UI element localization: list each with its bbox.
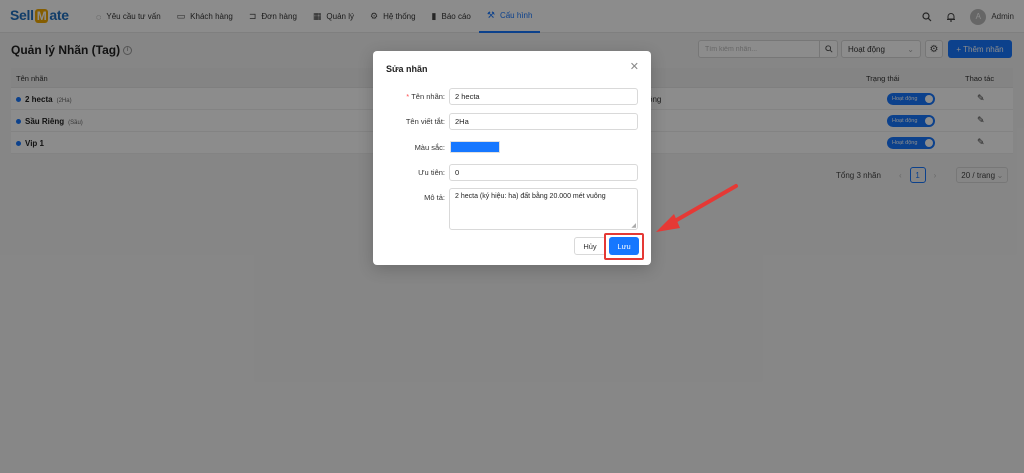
edit-tag-modal: Sửa nhãn ✕ * Tên nhãn: 2 hecta Tên viết t… [373,51,651,265]
color-picker[interactable] [450,141,500,153]
description-label: Mô tả: [424,193,445,202]
required-mark: * [406,92,410,101]
description-field[interactable]: 2 hecta (ký hiệu: ha) đất bằng 20.000 mé… [449,188,638,230]
cancel-button[interactable]: Hủy [574,237,606,255]
name-label: * Tên nhãn: [406,92,445,101]
name-label-text: Tên nhãn: [411,92,445,101]
short-label: Tên viết tắt: [405,117,445,126]
name-field[interactable]: 2 hecta [449,88,638,105]
save-button[interactable]: Lưu [609,237,639,255]
close-icon[interactable]: ✕ [630,60,639,73]
modal-title: Sửa nhãn [386,64,428,74]
priority-field[interactable]: 0 [449,164,638,181]
color-label: Màu sắc: [414,143,445,152]
annotation-arrow-icon [656,184,738,232]
description-text: 2 hecta (ký hiệu: ha) đất bằng 20.000 mé… [455,193,606,200]
resize-handle-icon[interactable]: ◢ [631,222,636,229]
priority-label: Ưu tiên: [418,168,445,177]
short-name-field[interactable]: 2Ha [449,113,638,130]
